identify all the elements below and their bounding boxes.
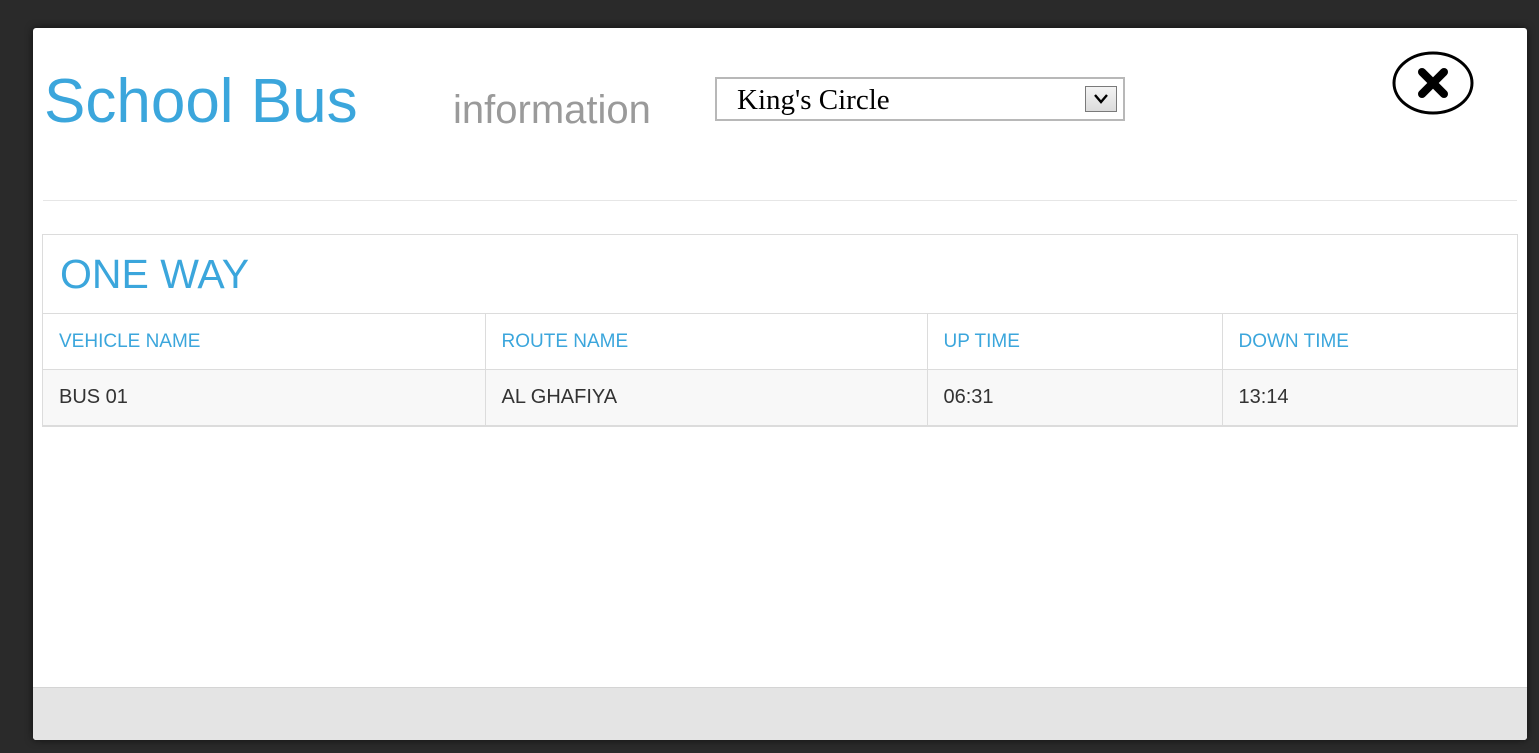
one-way-panel: ONE WAY VEHICLE NAME ROUTE NAME UP TIME …	[42, 234, 1518, 427]
table-row: BUS 01 AL GHAFIYA 06:31 13:14	[43, 369, 1517, 426]
modal-subtitle: information	[453, 88, 651, 132]
column-header-vehicle-name: VEHICLE NAME	[43, 313, 486, 370]
cell-route-name: AL GHAFIYA	[484, 369, 928, 426]
modal-header: School Bus information King's Circle	[33, 28, 1527, 200]
cell-up-time: 06:31	[926, 369, 1223, 426]
close-circle-x-icon	[1392, 51, 1474, 115]
column-header-up-time: UP TIME	[926, 313, 1223, 370]
location-select-value: King's Circle	[737, 84, 890, 116]
modal-title: School Bus	[44, 67, 358, 136]
header-divider	[43, 200, 1517, 201]
cell-down-time: 13:14	[1221, 369, 1517, 426]
close-button[interactable]	[1392, 51, 1474, 115]
bus-info-modal: School Bus information King's Circle ONE…	[33, 28, 1527, 740]
chevron-down-icon[interactable]	[1085, 86, 1117, 112]
column-header-route-name: ROUTE NAME	[484, 313, 928, 370]
column-header-down-time: DOWN TIME	[1221, 313, 1517, 370]
location-select[interactable]: King's Circle	[715, 77, 1125, 121]
cell-vehicle-name: BUS 01	[43, 369, 486, 426]
panel-title: ONE WAY	[60, 251, 250, 297]
modal-footer	[33, 687, 1527, 740]
table-header-row: VEHICLE NAME ROUTE NAME UP TIME DOWN TIM…	[43, 313, 1517, 370]
schedule-table: VEHICLE NAME ROUTE NAME UP TIME DOWN TIM…	[43, 313, 1517, 426]
